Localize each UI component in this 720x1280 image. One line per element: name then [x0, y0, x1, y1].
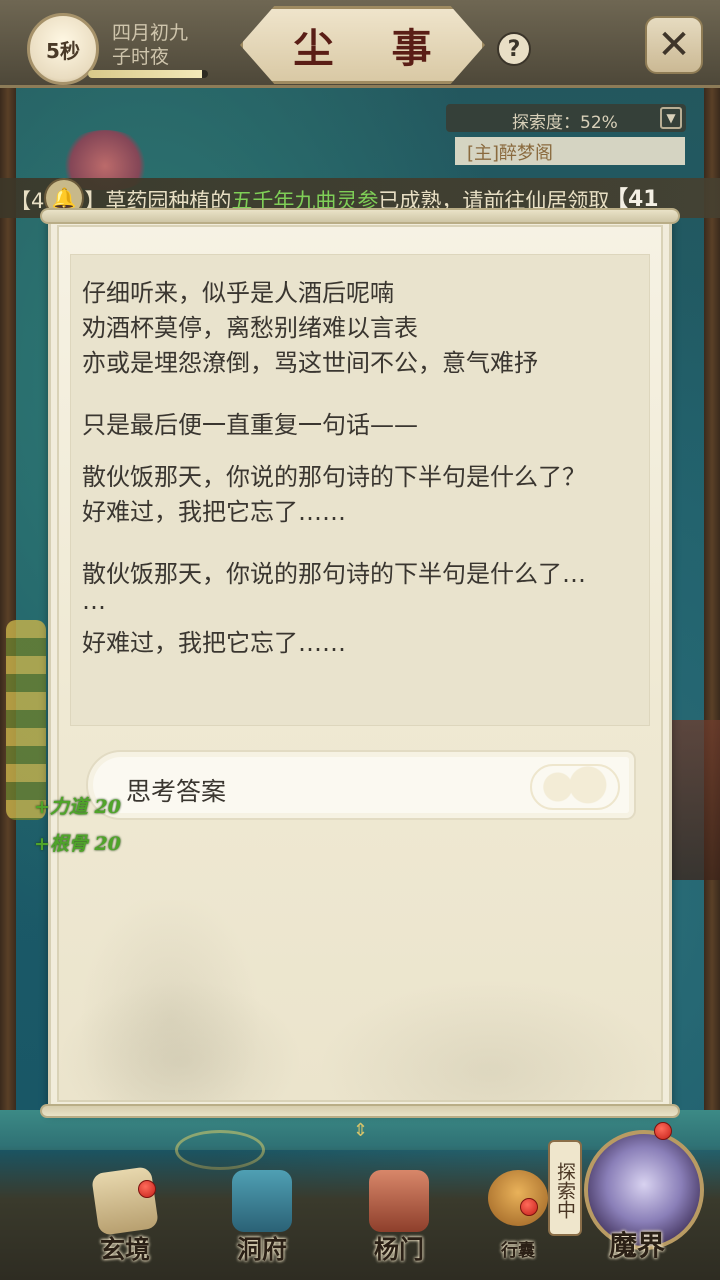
- nav-label: 魔界: [608, 1229, 665, 1262]
- bag-icon: [488, 1170, 548, 1226]
- nav-label: 洞府: [236, 1235, 287, 1264]
- explore-progress-text: 探索度：52%: [512, 113, 618, 133]
- story-line: 亦或是埋怨潦倒，骂这世间不公，意气难抒: [82, 349, 538, 377]
- scroll-roll-top: [40, 208, 680, 224]
- title-plaque: 尘 事: [240, 6, 485, 84]
- exploring-tag: 探索中: [548, 1140, 582, 1236]
- story-line: 散伙饭那天，你说的那句诗的下半句是什么了…: [82, 560, 586, 588]
- story-line: 好难过，我把它忘了……: [82, 498, 346, 526]
- mountain-ink-decoration: [60, 900, 660, 1100]
- notice-prefix: 【4: [10, 189, 45, 213]
- help-button[interactable]: ?: [497, 32, 531, 66]
- page-title: 尘 事: [293, 25, 454, 72]
- notification-dot: [654, 1122, 672, 1140]
- explore-progress-bar: 探索度：52% ▼: [446, 104, 686, 133]
- story-line: …: [82, 587, 106, 615]
- constitution-gain: +根骨 20: [34, 833, 121, 855]
- story-line: 劝酒杯莫停，离愁别绪难以言表: [82, 314, 418, 342]
- chevron-down-icon[interactable]: ▼: [660, 107, 682, 129]
- think-answer-button[interactable]: 思考答案: [86, 750, 636, 820]
- strength-gain: +力道 20: [34, 796, 121, 818]
- close-button[interactable]: ✕: [645, 16, 703, 74]
- notification-dot: [138, 1180, 156, 1198]
- time-progress-fill: [88, 70, 202, 78]
- nav-label: 玄境: [99, 1235, 150, 1264]
- nav-mojie[interactable]: 探索中 魔界: [548, 1120, 718, 1280]
- time-of-day: 子时夜: [112, 46, 170, 68]
- story-line: 好难过，我把它忘了……: [82, 629, 346, 657]
- notification-dot: [520, 1198, 538, 1216]
- scroll-roll-bottom: [40, 1104, 680, 1118]
- wheel-decoration: [6, 620, 46, 820]
- close-icon: ✕: [657, 22, 691, 68]
- timer-text: 5秒: [46, 38, 80, 63]
- story-line: 只是最后便一直重复一句话——: [82, 411, 418, 439]
- top-bar: 5秒 四月初九 子时夜 尘 事 ? ✕: [0, 0, 720, 88]
- nav-yangmen[interactable]: 杨门: [349, 1170, 449, 1275]
- story-line: 仔细听来，似乎是人酒后呢喃: [82, 279, 394, 307]
- nav-label: 杨门: [373, 1235, 424, 1264]
- scene-frame-left: [0, 85, 16, 1150]
- sect-gate-icon: [369, 1170, 429, 1232]
- question-mark-icon: ?: [507, 36, 521, 62]
- scene-frame-right: [704, 85, 720, 1150]
- lunar-date: 四月初九: [112, 22, 189, 44]
- cloud-icon: [530, 764, 620, 810]
- scroll-map-icon: [90, 1166, 160, 1236]
- scroll-handle-icon[interactable]: ⇕: [353, 1120, 368, 1141]
- nav-xuanjing[interactable]: 玄境: [75, 1166, 175, 1275]
- nav-label: 行囊: [501, 1241, 535, 1261]
- cave-mansion-icon: [232, 1170, 292, 1232]
- story-line: 散伙饭那天，你说的那句诗的下半句是什么了？: [82, 463, 586, 491]
- think-answer-label: 思考答案: [126, 777, 227, 806]
- location-tag[interactable]: [主]醉梦阁: [455, 137, 685, 165]
- nav-dongfu[interactable]: 洞府: [212, 1170, 312, 1275]
- time-progress-bar: [88, 70, 208, 78]
